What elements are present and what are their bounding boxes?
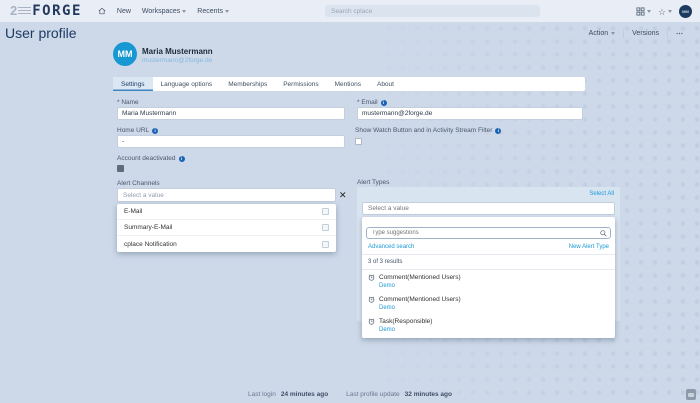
checkbox[interactable] <box>322 224 329 231</box>
account-deactivated-checkbox[interactable] <box>117 165 124 172</box>
alert-channels-label: Alert Channels <box>117 180 160 187</box>
last-login-value: 24 minutes ago <box>281 391 328 398</box>
topbar-right-icons: MM <box>636 0 692 22</box>
checkbox[interactable] <box>322 241 329 248</box>
watch-button-checkbox[interactable] <box>355 138 362 145</box>
email-field[interactable] <box>357 107 583 120</box>
versions-button[interactable]: Versions <box>624 30 667 37</box>
info-icon[interactable] <box>495 128 501 134</box>
divider <box>362 254 615 255</box>
result-demo-link[interactable]: Demo <box>379 283 609 289</box>
alert-types-label: Alert Types <box>357 179 389 186</box>
profile-meta-footer: Last login 24 minutes ago Last profile u… <box>0 391 700 398</box>
name-field-label: * Name <box>117 99 139 106</box>
chevron-down-icon <box>647 10 651 13</box>
type-suggestions-input[interactable] <box>366 227 611 239</box>
app-logo[interactable]: 2 FORGE <box>10 3 82 19</box>
alert-channels-dropdown: E-Mail Summary-E-Mail cplace Notificatio… <box>117 204 336 252</box>
result-demo-link[interactable]: Demo <box>379 305 609 311</box>
home-url-field[interactable] <box>117 135 345 148</box>
main-nav: New Workspaces Recents <box>98 7 229 15</box>
alert-channel-option-summary-email[interactable]: Summary-E-Mail <box>117 220 336 236</box>
select-all-link[interactable]: Select All <box>589 191 614 197</box>
alert-type-result[interactable]: Comment(Mentioned Users) Demo <box>362 270 615 292</box>
new-alert-type-link[interactable]: New Alert Type <box>569 244 609 250</box>
home-url-label: Home URL <box>117 127 158 134</box>
favorites-star-icon[interactable] <box>658 2 672 20</box>
watch-button-label: Show Watch Button and in Activity Stream… <box>355 127 501 134</box>
search-icon <box>600 224 607 242</box>
alarm-icon <box>368 318 375 325</box>
profile-tabbar: Settings Language options Memberships Pe… <box>113 77 585 91</box>
alert-type-result[interactable]: Task(Responsible) Demo <box>362 314 615 336</box>
chevron-down-icon <box>182 10 186 13</box>
profile-name: Maria Mustermann <box>142 47 213 56</box>
checkbox[interactable] <box>322 208 329 215</box>
header-actions: Action Versions ⋯ <box>581 29 692 38</box>
nav-item-new[interactable]: New <box>117 8 131 15</box>
page-title: User profile <box>5 25 77 41</box>
last-update-value: 32 minutes ago <box>405 391 452 398</box>
more-menu-button[interactable]: ⋯ <box>668 30 692 38</box>
info-icon[interactable] <box>179 156 185 162</box>
top-navigation-bar: 2 FORGE New Workspaces Recents <box>0 0 700 22</box>
tab-about[interactable]: About <box>369 77 402 91</box>
profile-avatar: MM <box>113 42 137 66</box>
profile-email-link[interactable]: mustermann@2forge.de <box>142 57 212 64</box>
name-field[interactable] <box>117 107 345 120</box>
tab-mentions[interactable]: Mentions <box>327 77 369 91</box>
info-icon[interactable] <box>152 128 158 134</box>
star-icon <box>658 2 666 20</box>
alert-channel-option-cplace-notification[interactable]: cplace Notification <box>117 236 336 252</box>
alarm-icon <box>368 274 375 281</box>
feedback-widget-icon[interactable] <box>686 389 696 400</box>
alert-types-dropdown: Advanced search New Alert Type 3 of 3 re… <box>362 217 615 338</box>
tab-settings[interactable]: Settings <box>113 77 153 91</box>
tab-permissions[interactable]: Permissions <box>275 77 326 91</box>
topbar-user-avatar[interactable]: MM <box>679 5 692 18</box>
chevron-down-icon <box>225 10 229 13</box>
action-button[interactable]: Action <box>581 30 623 37</box>
alert-type-result[interactable]: Comment(Mentioned Users) Demo <box>362 292 615 314</box>
results-count: 3 of 3 results <box>368 259 609 265</box>
alert-channels-select[interactable] <box>117 188 336 202</box>
logo-text: FORGE <box>32 3 82 19</box>
apps-grid-icon[interactable] <box>636 7 651 16</box>
chevron-down-icon <box>668 10 672 13</box>
last-login-label: Last login <box>248 391 276 398</box>
alert-types-select[interactable] <box>362 202 615 215</box>
tab-language-options[interactable]: Language options <box>153 77 221 91</box>
last-update-label: Last profile update <box>346 391 399 398</box>
close-icon[interactable] <box>339 190 347 200</box>
nav-item-recents[interactable]: Recents <box>197 8 229 15</box>
logo-lines-icon <box>18 7 31 15</box>
logo-prefix: 2 <box>10 3 17 18</box>
chevron-down-icon <box>611 32 615 35</box>
advanced-search-link[interactable]: Advanced search <box>368 244 414 250</box>
info-icon[interactable] <box>381 100 387 106</box>
result-demo-link[interactable]: Demo <box>379 327 609 333</box>
email-field-label: * Email <box>357 99 387 106</box>
alert-types-panel: Select All Advanced search New Alert Typ… <box>357 187 620 321</box>
alert-channel-option-email[interactable]: E-Mail <box>117 204 336 220</box>
account-deactivated-label: Account deactivated <box>117 155 185 162</box>
alarm-icon <box>368 296 375 303</box>
home-icon[interactable] <box>98 7 106 15</box>
global-search-input[interactable] <box>325 5 540 17</box>
tab-memberships[interactable]: Memberships <box>220 77 275 91</box>
nav-item-workspaces[interactable]: Workspaces <box>142 8 186 15</box>
user-profile-screen: 2 FORGE New Workspaces Recents <box>0 0 700 403</box>
